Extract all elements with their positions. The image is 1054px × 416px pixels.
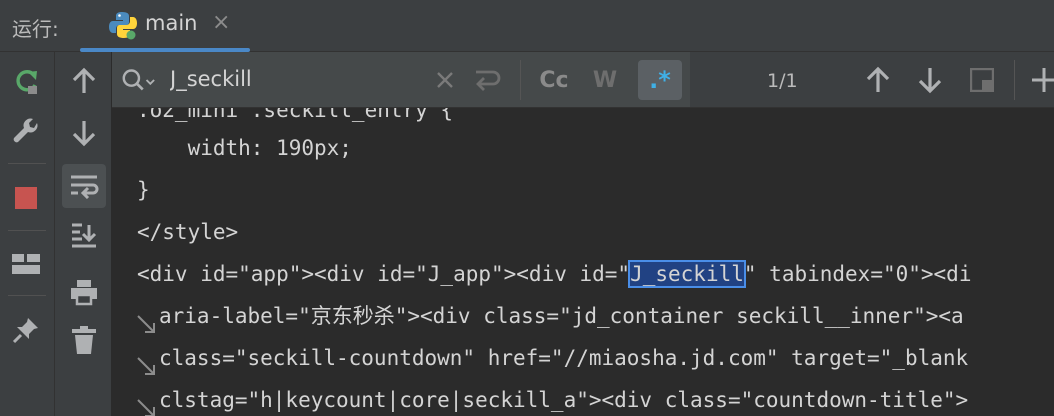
regex-toggle[interactable]: .* (638, 60, 682, 100)
whole-word-toggle[interactable]: W (587, 62, 623, 98)
code-line: width: 190px; (137, 136, 352, 160)
wrap-arrow-icon (135, 313, 159, 337)
code-line: <div id="app"><div id="J_app"><div id="J… (137, 260, 971, 288)
soft-wrap-icon[interactable] (62, 164, 106, 208)
code-line: .o2_mini .seckill_entry { (137, 108, 454, 122)
match-case-toggle[interactable]: Cc (536, 62, 572, 98)
run-label: 运行: (12, 17, 59, 41)
clear-icon[interactable] (427, 62, 463, 98)
print-icon[interactable] (67, 275, 101, 309)
separator (8, 230, 46, 231)
separator (520, 60, 521, 100)
code-line: </style> (137, 220, 239, 244)
run-tool-window-header: 运行: main × (0, 0, 1054, 52)
python-icon (108, 10, 138, 40)
next-occurrence-icon[interactable] (912, 62, 948, 98)
regex-icon: .* (649, 66, 671, 94)
scroll-to-end-icon[interactable] (67, 218, 101, 252)
find-field: Cc W .* (112, 52, 690, 107)
code-line: class="seckill-countdown" href="//miaosh… (159, 346, 969, 370)
arrow-up-icon[interactable] (67, 64, 101, 98)
prev-occurrence-icon[interactable] (860, 62, 896, 98)
wrap-arrow-icon (135, 397, 159, 416)
search-input[interactable] (170, 65, 420, 93)
console-actions-toolbar (55, 52, 112, 416)
rerun-icon[interactable] (10, 64, 44, 98)
pin-icon[interactable] (9, 313, 43, 347)
separator (8, 295, 46, 296)
code-line: } (137, 178, 150, 202)
stop-icon[interactable] (9, 181, 43, 215)
wrench-icon[interactable] (9, 115, 43, 149)
separator (8, 163, 46, 164)
search-match-highlight: J_seckill (628, 260, 746, 288)
run-actions-toolbar (0, 52, 55, 416)
close-icon[interactable]: × (212, 10, 230, 35)
replace-icon[interactable] (469, 62, 505, 98)
code-text: <div id="app"><div id="J_app"><div id=" (137, 262, 631, 286)
wrap-arrow-icon (135, 355, 159, 379)
separator (1014, 60, 1015, 100)
code-line: aria-label="京东秒杀"><div class="jd_contain… (159, 304, 964, 328)
find-bar: Cc W .* 1/1 (112, 52, 1054, 108)
search-icon[interactable] (120, 62, 156, 98)
add-icon[interactable] (1026, 62, 1054, 98)
arrow-down-icon[interactable] (67, 116, 101, 150)
filter-icon[interactable] (964, 62, 1000, 98)
tab-main[interactable]: main × (80, 0, 250, 52)
console-output[interactable]: .o2_mini .seckill_entry { width: 190px; … (112, 108, 1054, 416)
code-line: clstag="h|keycount|core|seckill_a"><div … (159, 388, 969, 412)
layout-icon[interactable] (9, 247, 43, 281)
match-count: 1/1 (767, 70, 798, 92)
trash-icon[interactable] (67, 323, 101, 357)
tab-title: main (145, 11, 198, 35)
code-text: " tabindex="0"><di (743, 262, 972, 286)
